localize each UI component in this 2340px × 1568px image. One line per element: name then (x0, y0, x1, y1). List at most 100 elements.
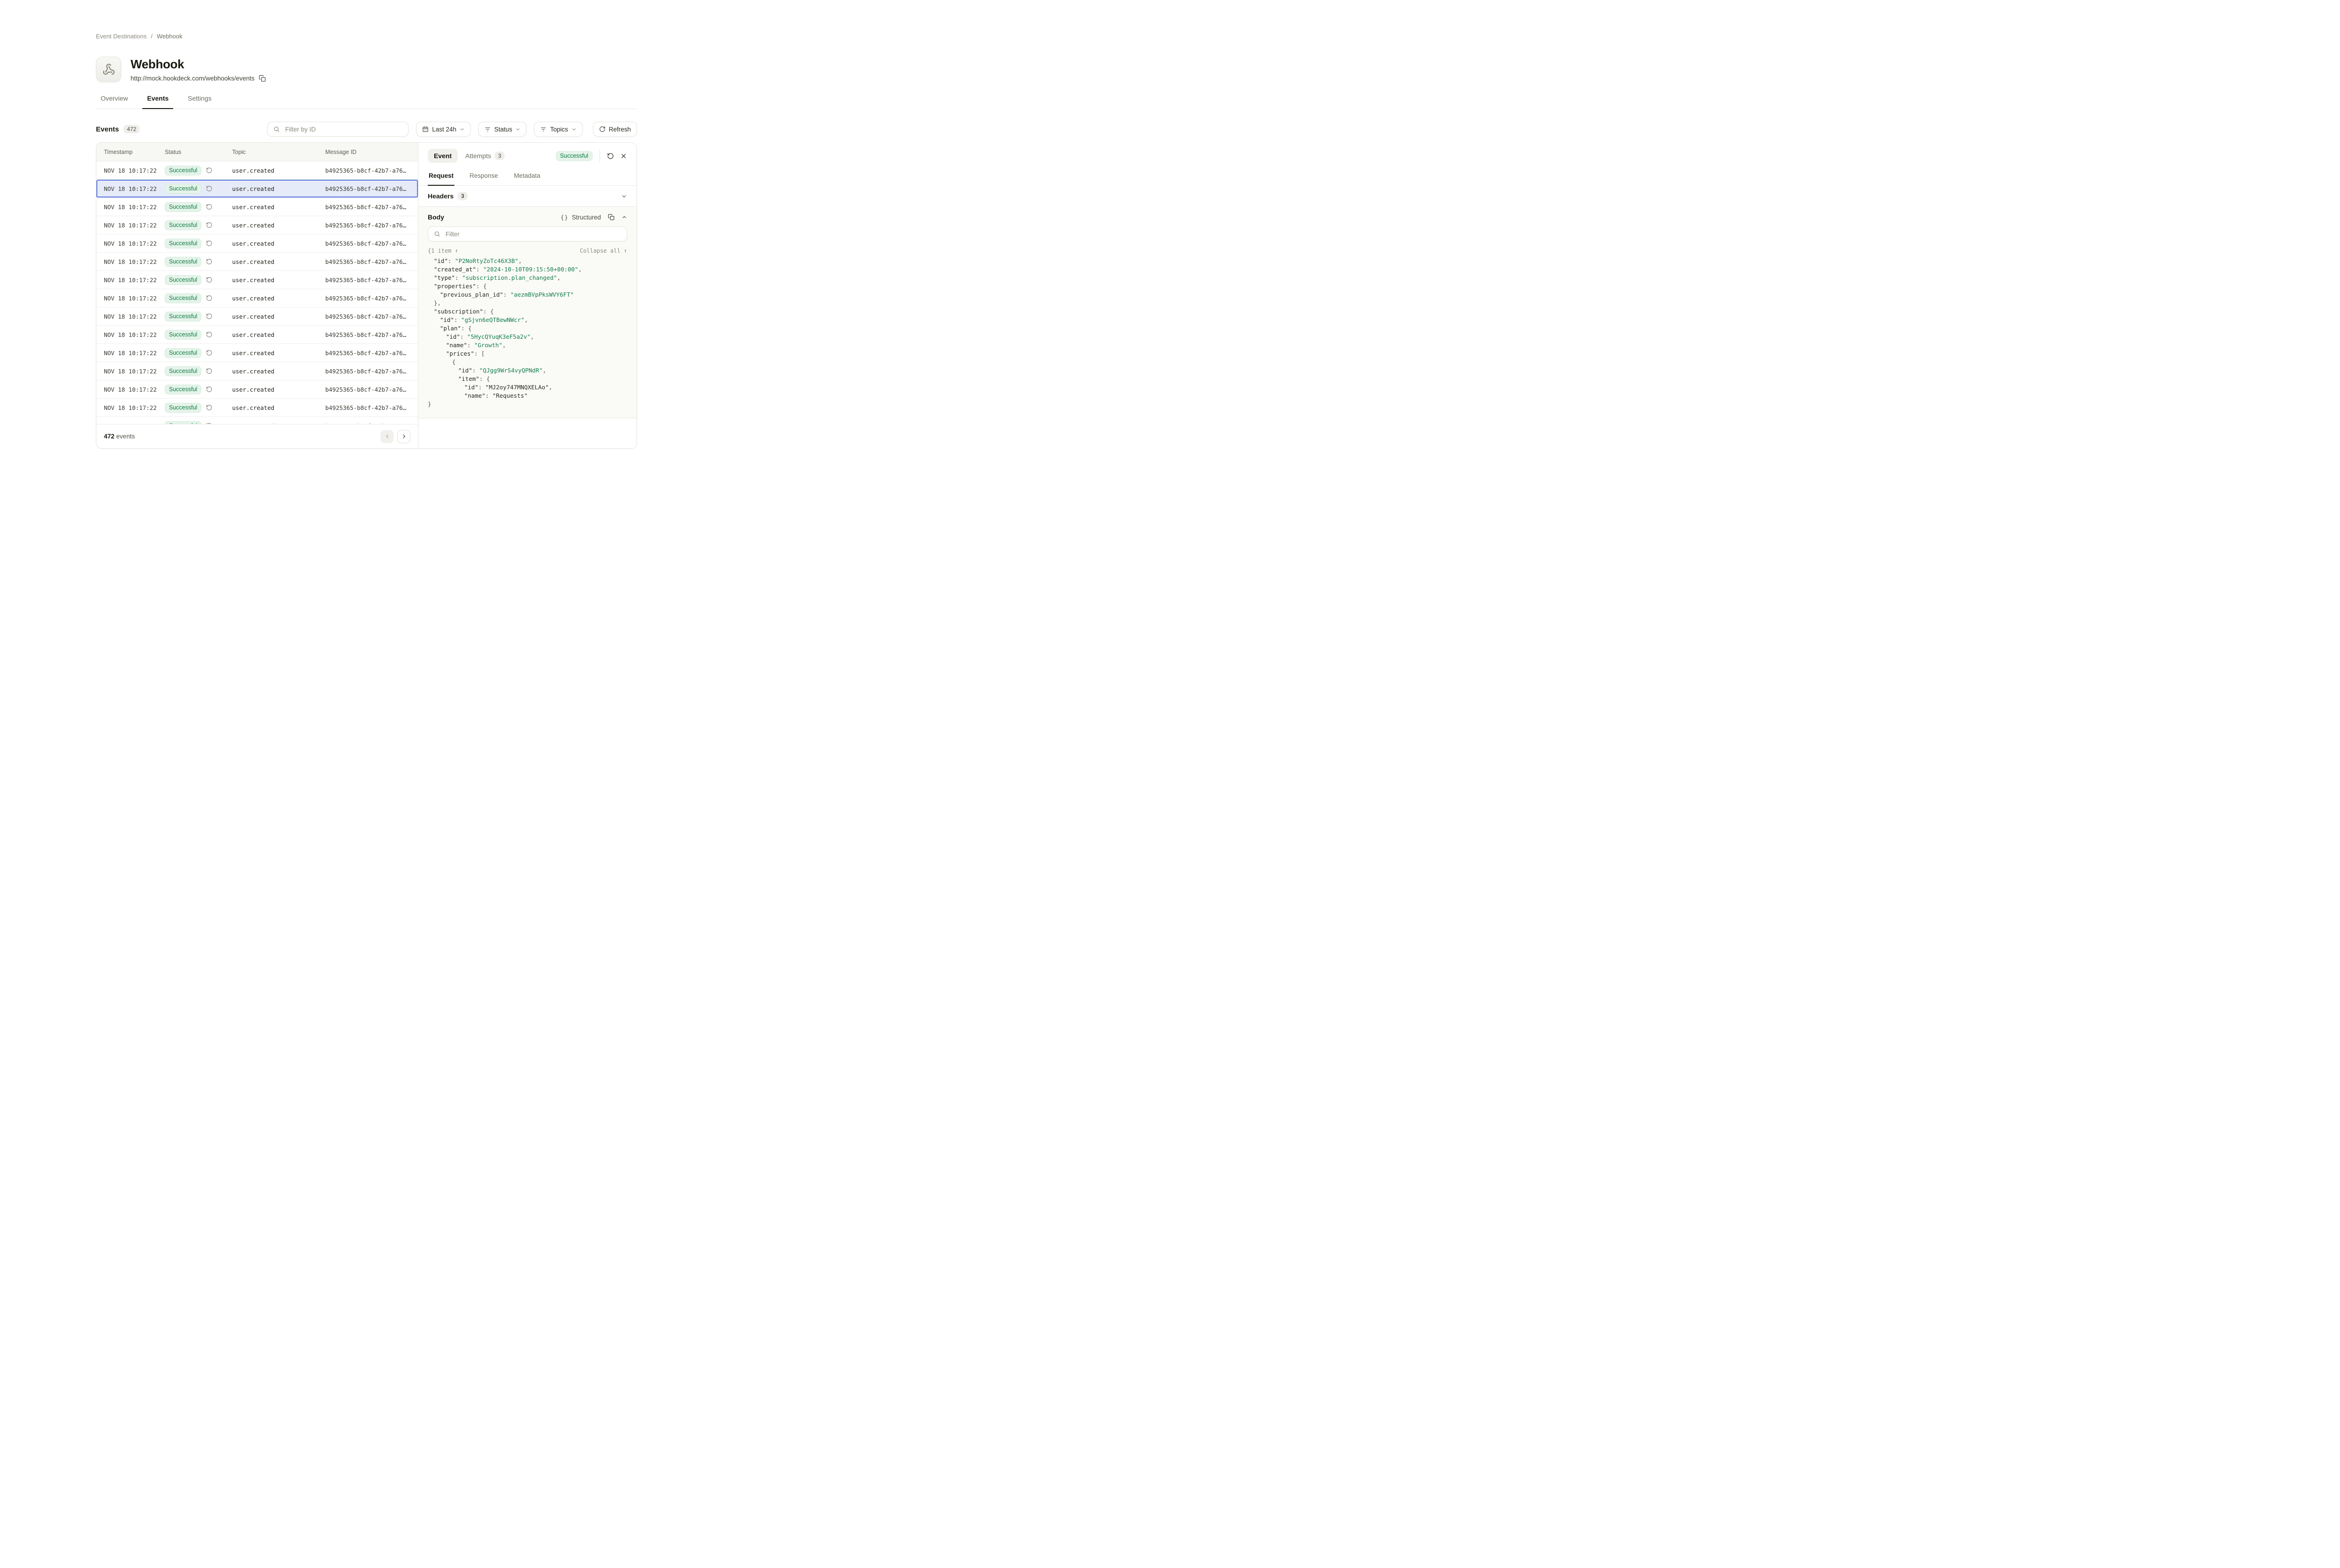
collapse-all-button[interactable]: Collapse all ↑ (580, 248, 627, 254)
row-message-id: b4925365-b8cf-42b7-a76… (325, 295, 418, 302)
headers-label: Headers (428, 192, 453, 200)
copy-icon (259, 75, 266, 82)
row-status-cell: Successful (165, 348, 232, 358)
retry-icon[interactable] (206, 313, 212, 320)
row-status-cell: Successful (165, 403, 232, 413)
row-message-id: b4925365-b8cf-42b7-a76… (325, 386, 418, 393)
chevron-left-icon (384, 433, 390, 439)
retry-icon[interactable] (206, 404, 212, 411)
column-topic: Topic (232, 149, 325, 155)
filter-by-id-input[interactable] (284, 125, 402, 133)
collapse-body-button[interactable] (622, 214, 627, 220)
table-row[interactable]: NOV 18 10:17:22 Successful user.created … (96, 307, 418, 326)
copy-url-button[interactable] (259, 75, 266, 82)
retry-event-button[interactable] (607, 153, 614, 160)
retry-icon[interactable] (206, 331, 212, 338)
retry-icon[interactable] (206, 386, 212, 393)
table-header: Timestamp Status Topic Message ID (96, 143, 418, 161)
tab-request[interactable]: Request (428, 169, 454, 186)
tab-settings[interactable]: Settings (183, 95, 216, 109)
json-line: "plan": { (428, 324, 627, 333)
row-topic: user.created (232, 222, 325, 229)
page: Event Destinations / Webhook Webhook htt… (0, 0, 734, 474)
table-body: NOV 18 10:17:22 Successful user.created … (96, 161, 418, 424)
retry-icon[interactable] (206, 204, 212, 210)
table-row[interactable]: NOV 18 10:17:22 Successful user.created … (96, 180, 418, 198)
row-message-id: b4925365-b8cf-42b7-a76… (325, 258, 418, 265)
row-timestamp: NOV 18 10:17:22 (96, 313, 165, 320)
topics-filter-button[interactable]: Topics (534, 122, 582, 137)
column-status: Status (165, 149, 232, 155)
table-row[interactable]: NOV 18 10:17:22 Successful user.created … (96, 380, 418, 399)
time-range-label: Last 24h (432, 126, 456, 133)
table-row[interactable]: NOV 18 10:17:22 Successful user.created … (96, 326, 418, 344)
table-row[interactable]: NOV 18 10:17:22 Successful user.created … (96, 271, 418, 289)
retry-icon[interactable] (206, 277, 212, 283)
table-row[interactable]: NOV 18 10:17:22 Successful user.created … (96, 362, 418, 380)
row-message-id: b4925365-b8cf-42b7-a76… (325, 222, 418, 229)
row-timestamp: NOV 18 10:17:22 (96, 331, 165, 338)
retry-icon[interactable] (206, 368, 212, 374)
row-message-id: b4925365-b8cf-42b7-a76… (325, 368, 418, 375)
headers-section-toggle[interactable]: Headers 3 (418, 186, 636, 207)
structured-toggle[interactable]: {} Structured (561, 214, 601, 221)
request-tabs: Request Response Metadata (418, 167, 636, 186)
tab-metadata[interactable]: Metadata (513, 169, 541, 185)
refresh-icon (599, 126, 606, 132)
pagination-prev-button[interactable] (380, 430, 394, 443)
headers-count-badge: 3 (458, 192, 468, 200)
time-range-button[interactable]: Last 24h (416, 122, 471, 137)
copy-body-button[interactable] (608, 214, 614, 220)
status-filter-button[interactable]: Status (478, 122, 526, 137)
tab-overview[interactable]: Overview (96, 95, 132, 109)
table-row[interactable]: NOV 18 10:17:22 Successful user.created … (96, 216, 418, 234)
json-line: "subscription": { (428, 307, 627, 316)
panel-header: Event Attempts 3 Successful (418, 143, 636, 167)
table-row[interactable]: NOV 18 10:17:22 Successful user.created … (96, 198, 418, 216)
refresh-button[interactable]: Refresh (593, 122, 637, 137)
retry-icon[interactable] (206, 167, 212, 174)
tab-response[interactable]: Response (468, 169, 499, 185)
events-total-count: 472 (104, 433, 115, 440)
retry-icon[interactable] (206, 185, 212, 192)
table-row[interactable]: NOV 18 10:17:22 Successful user.created … (96, 417, 418, 424)
retry-icon[interactable] (206, 240, 212, 247)
table-row[interactable]: NOV 18 10:17:22 Successful user.created … (96, 253, 418, 271)
row-timestamp: NOV 18 10:17:22 (96, 277, 165, 284)
row-topic: user.created (232, 277, 325, 284)
row-status-cell: Successful (165, 293, 232, 303)
table-row[interactable]: NOV 18 10:17:22 Successful user.created … (96, 399, 418, 417)
toolbar-right: Last 24h Status Topics Refresh (267, 122, 637, 137)
table-row[interactable]: NOV 18 10:17:22 Successful user.created … (96, 289, 418, 307)
close-panel-button[interactable] (620, 153, 627, 160)
tab-attempts[interactable]: Attempts 3 (465, 152, 505, 160)
tab-event[interactable]: Event (428, 149, 458, 163)
json-line: "name": "Requests" (428, 392, 627, 400)
pagination (380, 430, 410, 443)
retry-icon[interactable] (206, 258, 212, 265)
body-tools: {} Structured (561, 214, 627, 221)
content: Event Destinations / Webhook Webhook htt… (96, 0, 637, 449)
row-message-id: b4925365-b8cf-42b7-a76… (325, 204, 418, 211)
retry-icon[interactable] (206, 295, 212, 301)
json-line: "item": { (428, 375, 627, 383)
breadcrumb-link-event-destinations[interactable]: Event Destinations (96, 33, 146, 40)
row-message-id: b4925365-b8cf-42b7-a76… (325, 277, 418, 284)
json-line: }, (428, 299, 627, 307)
pagination-next-button[interactable] (397, 430, 410, 443)
status-badge: Successful (165, 239, 201, 248)
status-badge: Successful (165, 275, 201, 285)
table-footer: 472 events (96, 424, 418, 448)
status-badge: Successful (165, 348, 201, 358)
chevron-down-icon (571, 127, 577, 132)
table-row[interactable]: NOV 18 10:17:22 Successful user.created … (96, 161, 418, 180)
events-total-label: events (116, 433, 135, 440)
body-filter-input[interactable] (445, 230, 621, 238)
retry-icon[interactable] (206, 350, 212, 356)
table-row[interactable]: NOV 18 10:17:22 Successful user.created … (96, 234, 418, 253)
table-row[interactable]: NOV 18 10:17:22 Successful user.created … (96, 344, 418, 362)
retry-icon[interactable] (206, 222, 212, 228)
row-timestamp: NOV 18 10:17:22 (96, 404, 165, 411)
tab-events[interactable]: Events (142, 95, 173, 109)
json-line: "properties": { (428, 282, 627, 291)
